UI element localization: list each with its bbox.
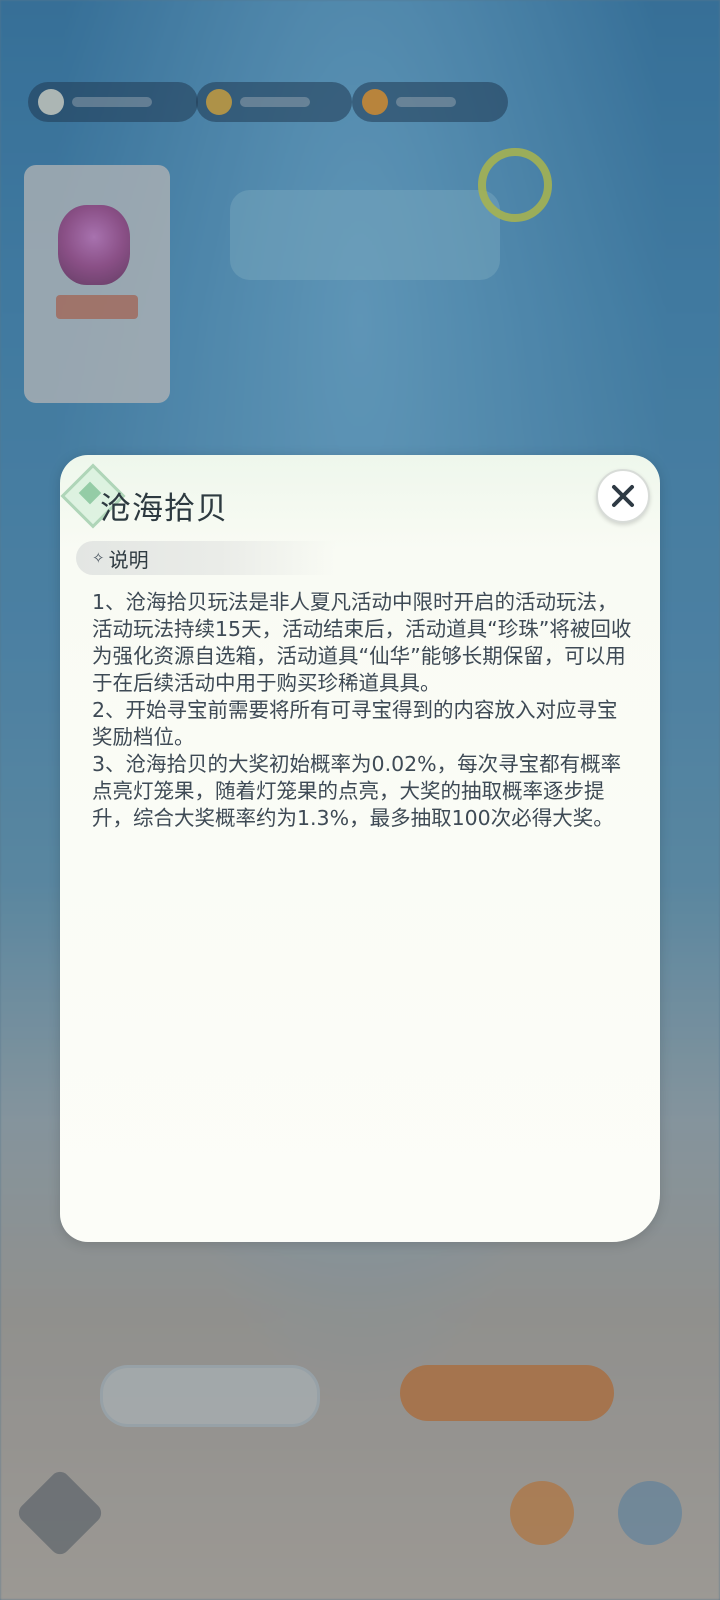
section-header: ✧ 说明	[76, 541, 336, 575]
description-paragraph-3: 3、沧海拾贝的大奖初始概率为0.02%，每次寻宝都有概率点亮灯笼果，随着灯笼果的…	[92, 752, 622, 830]
description-body: 1、沧海拾贝玩法是非人夏凡活动中限时开启的活动玩法，活动玩法持续15天，活动结束…	[92, 589, 632, 832]
close-icon	[612, 485, 634, 507]
description-paragraph-2: 2、开始寻宝前需要将所有可寻宝得到的内容放入对应寻宝奖励档位。	[92, 698, 618, 749]
modal-title: 沧海拾贝	[100, 491, 228, 527]
section-label: 说明	[108, 547, 149, 572]
info-modal: 沧海拾贝 ✧ 说明 1、沧海拾贝玩法是非人夏凡活动中限时开启的活动玩法，活动玩法…	[60, 455, 660, 1242]
description-paragraph-1: 1、沧海拾贝玩法是非人夏凡活动中限时开启的活动玩法，活动玩法持续15天，活动结束…	[92, 590, 632, 695]
close-button[interactable]	[596, 469, 650, 523]
sparkle-icon: ✧	[92, 549, 105, 567]
